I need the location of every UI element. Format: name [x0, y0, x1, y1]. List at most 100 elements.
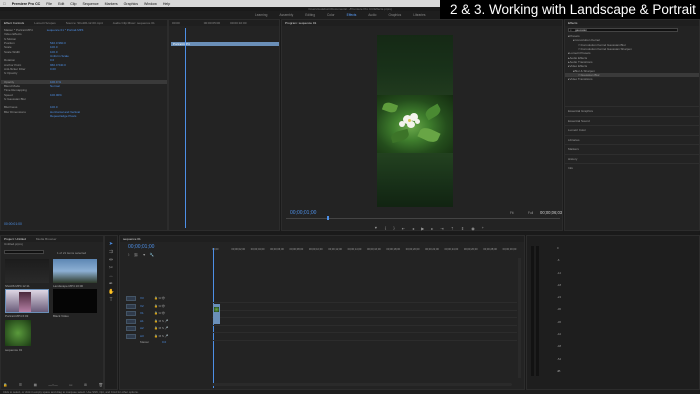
workspace-libraries[interactable]: Libraries [413, 13, 425, 17]
ec-clip-bar[interactable]: Portrait.MP4 [171, 42, 279, 46]
panel-section-header[interactable]: Markers [565, 144, 699, 154]
ec-property-value[interactable]: 0.00 [50, 67, 56, 71]
workspace-learning[interactable]: Learning [255, 13, 267, 17]
track-controls-icon[interactable]: 🔒 ⧉ 👁 [154, 304, 165, 308]
razor-tool-icon[interactable]: ✂ [108, 266, 114, 271]
play-button[interactable]: ▶ [421, 226, 424, 231]
master-track-value[interactable]: 0.0 [162, 340, 166, 344]
thumb-black-video[interactable] [53, 289, 97, 313]
timeline-vertical-scrollbar[interactable] [518, 258, 521, 378]
type-tool-icon[interactable]: T [108, 298, 114, 303]
ec-playhead[interactable] [185, 28, 186, 228]
icon-view-icon[interactable]: ▦ [34, 383, 37, 387]
slip-tool-icon[interactable]: ↔ [108, 274, 114, 279]
menu-help[interactable]: Help [163, 2, 170, 6]
workspace-audio[interactable]: Audio [368, 13, 376, 17]
panel-section-header[interactable]: Essential Sound [565, 115, 699, 126]
add-marker-icon[interactable]: ▼ [374, 226, 378, 231]
workspace-effects[interactable]: Effects [347, 13, 357, 17]
button-editor-icon[interactable]: + [482, 226, 484, 231]
menu-graphics[interactable]: Graphics [124, 2, 138, 6]
program-fit-select[interactable]: Fit [510, 211, 514, 215]
menu-file[interactable]: File [46, 2, 52, 6]
tab-sequence[interactable]: sequence 01 [123, 237, 141, 241]
track-label[interactable]: V1 [140, 311, 144, 315]
pen-tool-icon[interactable]: ✒ [108, 282, 114, 287]
linked-selection-icon[interactable]: ⛓ [134, 253, 139, 257]
add-marker-timeline-icon[interactable]: ▼ [142, 253, 146, 257]
ec-property-row[interactable]: Repeat Edge Pixels [1, 114, 167, 118]
workspace-editing[interactable]: Editing [305, 13, 315, 17]
tab-effect-controls[interactable]: Effect Controls [4, 21, 24, 25]
extract-icon[interactable]: ⇞ [461, 226, 464, 231]
panel-section-header[interactable]: Libraries [565, 134, 699, 145]
ec-property-value[interactable]: 100.00% [50, 93, 62, 97]
track-target-toggle[interactable] [126, 318, 136, 324]
export-frame-icon[interactable]: ◉ [471, 226, 474, 231]
panel-section-header[interactable]: History [565, 153, 699, 164]
thumb-shot06[interactable] [5, 259, 49, 283]
track-controls-icon[interactable]: 🔒 M S 🎤 [154, 319, 168, 323]
lift-icon[interactable]: ⇡ [451, 226, 454, 231]
ec-property-value[interactable]: Normal [50, 84, 60, 88]
tab-source[interactable]: Source: Shot06-12.00.mp4 [66, 21, 103, 25]
tab-program[interactable]: Program: sequence 01 [285, 21, 316, 25]
program-timecode[interactable]: 00;00;01;00 [290, 210, 316, 216]
menu-edit[interactable]: Edit [58, 2, 64, 6]
list-view-icon[interactable]: ☰ [19, 383, 22, 387]
menu-app-name[interactable]: Premiere Pro CC [12, 2, 41, 6]
new-item-icon[interactable]: ⊞ [84, 383, 87, 387]
track-target-toggle[interactable] [126, 296, 136, 301]
hand-tool-icon[interactable]: ✋ [108, 290, 114, 295]
menu-clip[interactable]: Clip [70, 2, 76, 6]
effects-search-input[interactable]: ⌕ gaussian [568, 28, 678, 32]
track-target-toggle[interactable] [126, 311, 136, 316]
track-select-tool-icon[interactable]: ⇉ [108, 250, 114, 255]
step-back-icon[interactable]: ◂ [412, 226, 414, 231]
tab-media-browser[interactable]: Media Browser [36, 237, 57, 241]
snap-icon[interactable]: ⌇ [128, 253, 130, 257]
project-search-input[interactable] [4, 250, 44, 254]
thumb-portrait-selected[interactable] [5, 289, 49, 313]
lock-icon[interactable]: 🔒 [3, 383, 7, 387]
thumb-landscape[interactable] [53, 259, 97, 283]
menu-window[interactable]: Window [144, 2, 157, 6]
track-label[interactable]: V3 [140, 296, 144, 300]
program-video-frame[interactable] [377, 35, 453, 207]
go-to-in-icon[interactable]: ⇤ [402, 226, 405, 231]
zoom-slider[interactable]: —○— [48, 383, 57, 387]
menu-sequence[interactable]: Sequence [82, 2, 98, 6]
track-label[interactable]: A2 [140, 326, 144, 330]
menu-markers[interactable]: Markers [105, 2, 118, 6]
thumb-sequence[interactable] [5, 320, 31, 346]
video-clip-portrait[interactable] [213, 304, 220, 324]
panel-section-header[interactable]: Essential Graphics [565, 106, 699, 116]
program-playhead[interactable] [327, 216, 329, 220]
track-controls-icon[interactable]: 🔒 ⧉ 👁 [154, 311, 165, 315]
track-label[interactable]: A1 [140, 319, 144, 323]
tab-audio-clip-mixer[interactable]: Audio Clip Mixer: sequence 01 [113, 21, 155, 25]
tab-lumetri-scopes[interactable]: Lumetri Scopes [34, 21, 56, 25]
timeline-horizontal-scrollbar[interactable] [212, 383, 512, 386]
step-forward-icon[interactable]: ▸ [431, 226, 433, 231]
track-target-toggle[interactable] [126, 333, 136, 339]
timeline-ruler[interactable]: 00;00 00;00;02;00 00;00;04;00 00;00;06;00 00… [212, 248, 522, 254]
ec-property-value[interactable]: Repeat Edge Pixels [50, 114, 76, 118]
trash-icon[interactable]: 🗑 [98, 383, 103, 387]
go-to-out-icon[interactable]: ⇥ [440, 226, 443, 231]
tab-project[interactable]: Project: Untitled [4, 237, 26, 241]
mark-out-icon[interactable]: } [393, 226, 394, 231]
panel-section-header[interactable]: Lumetri Color [565, 125, 699, 135]
track-controls-icon[interactable]: 🔒 M S 🎤 [154, 334, 168, 338]
workspace-color[interactable]: Color [327, 13, 335, 17]
track-target-toggle[interactable] [126, 303, 136, 309]
tab-effects[interactable]: Effects [568, 21, 577, 25]
ec-sequence-clip[interactable]: sequence 01 * Portrait.MP4 [47, 28, 84, 32]
apple-icon[interactable]:  [3, 2, 6, 6]
mark-in-icon[interactable]: { [385, 226, 386, 231]
panel-section-header[interactable]: Info [565, 163, 699, 173]
workspace-graphics[interactable]: Graphics [388, 13, 401, 17]
track-controls-icon[interactable]: 🔒 M S 🎤 [154, 326, 168, 330]
selection-tool-icon[interactable]: ➤ [108, 242, 114, 247]
track-label[interactable]: V2 [140, 304, 144, 308]
